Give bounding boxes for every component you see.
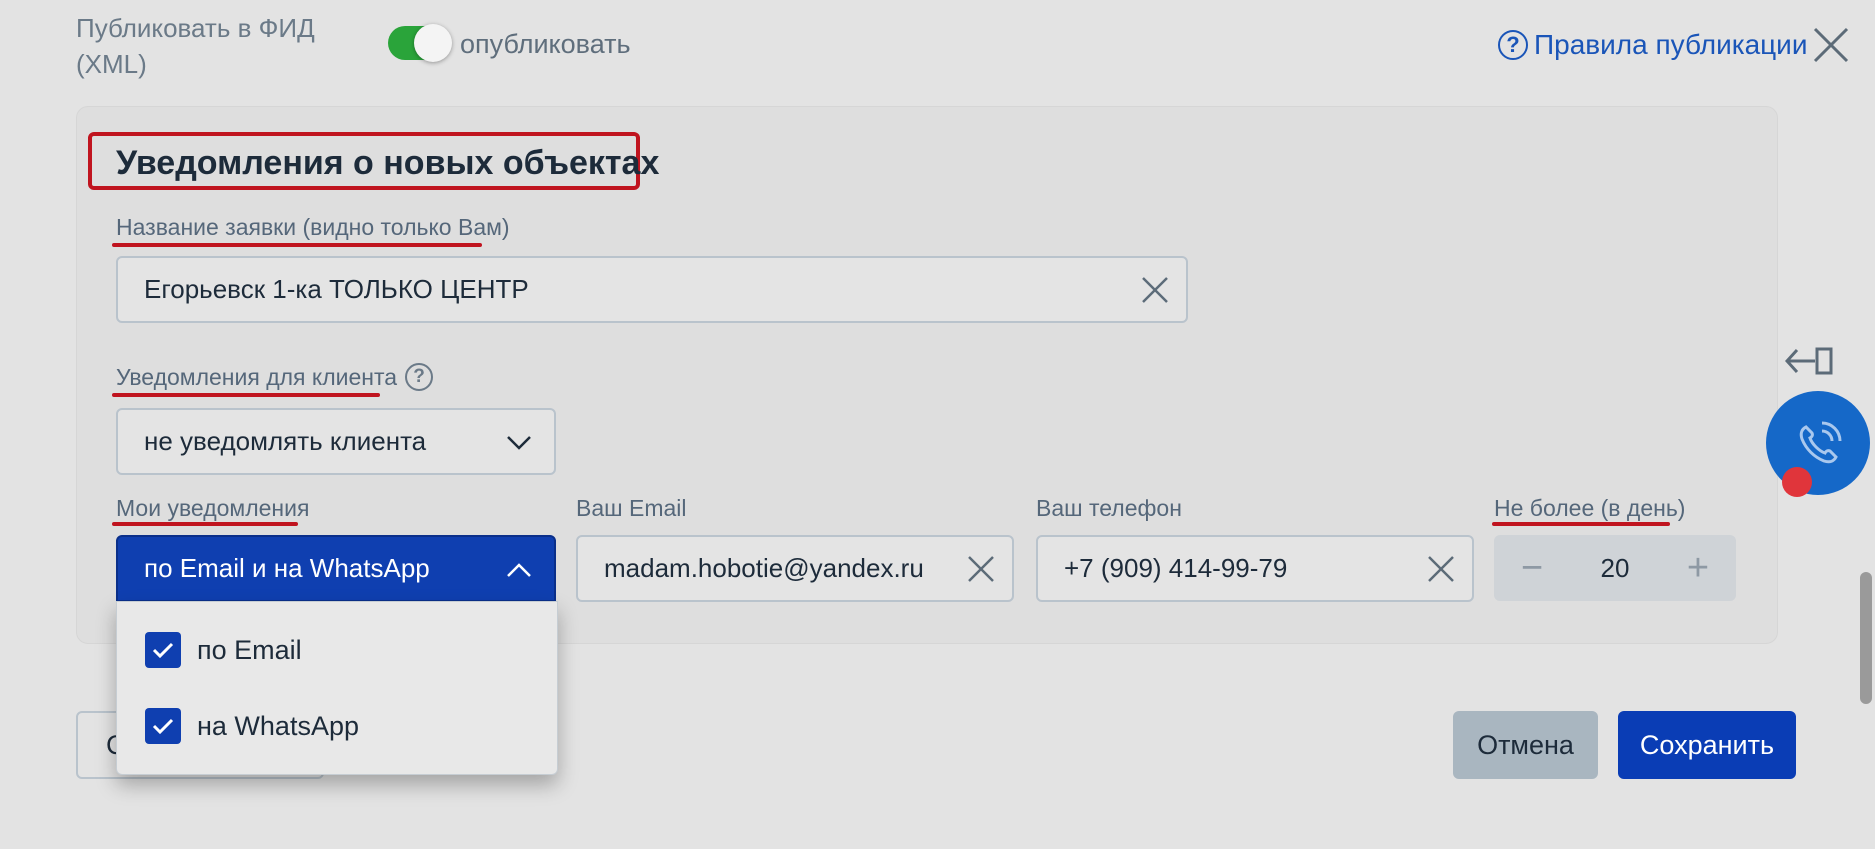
my-notify-label: Мои уведомления — [116, 495, 310, 521]
option-email[interactable]: по Email — [145, 632, 302, 668]
publication-rules-label: Правила публикации — [1534, 29, 1808, 60]
client-notify-label: Уведомления для клиента — [116, 364, 398, 390]
phone-value: +7 (909) 414-99-79 — [1064, 553, 1288, 583]
label-underline — [112, 243, 482, 247]
request-name-value: Егорьевск 1-ка ТОЛЬКО ЦЕНТР — [144, 274, 529, 304]
publish-toggle-label: опубликовать — [460, 29, 631, 59]
phone-label: Ваш телефон — [1036, 495, 1182, 521]
chevron-down-icon — [507, 436, 531, 450]
my-notify-value: по Email и на WhatsApp — [144, 553, 430, 583]
checkbox-checked-icon[interactable] — [145, 708, 181, 744]
label-underline — [112, 393, 380, 397]
clear-icon[interactable] — [966, 554, 996, 584]
publish-toggle[interactable] — [388, 24, 452, 62]
daily-limit-value[interactable]: 20 — [1601, 553, 1630, 584]
option-whatsapp-label: на WhatsApp — [197, 710, 359, 741]
help-icon: ? — [1498, 30, 1528, 60]
daily-limit-stepper: − 20 + — [1494, 535, 1736, 601]
request-name-label: Название заявки (видно только Вам) — [116, 214, 510, 240]
email-value: madam.hobotie@yandex.ru — [604, 553, 924, 583]
label-underline — [112, 522, 298, 526]
clear-icon[interactable] — [1426, 554, 1456, 584]
publication-rules-link[interactable]: ? Правила публикации — [1498, 26, 1807, 64]
scrollbar-thumb[interactable] — [1860, 572, 1872, 704]
email-label: Ваш Email — [576, 495, 687, 521]
option-email-label: по Email — [197, 634, 302, 665]
collapse-panel-icon[interactable] — [1785, 344, 1835, 378]
phone-input[interactable]: +7 (909) 414-99-79 — [1036, 535, 1474, 602]
option-whatsapp[interactable]: на WhatsApp — [145, 708, 359, 744]
label-underline — [1492, 522, 1670, 526]
section-title: Уведомления о новых объектах — [116, 144, 660, 182]
phone-call-icon — [1799, 421, 1842, 464]
clear-icon[interactable] — [1140, 275, 1170, 305]
save-button[interactable]: Сохранить — [1618, 711, 1796, 779]
request-name-input[interactable]: Егорьевск 1-ка ТОЛЬКО ЦЕНТР — [116, 256, 1188, 323]
decrement-button[interactable]: − — [1514, 549, 1550, 587]
checkbox-checked-icon[interactable] — [145, 632, 181, 668]
my-notify-dropdown: по Email на WhatsApp — [116, 601, 558, 775]
close-icon[interactable] — [1810, 24, 1852, 66]
cancel-button[interactable]: Отмена — [1453, 711, 1598, 779]
increment-button[interactable]: + — [1680, 549, 1716, 587]
daily-limit-label: Не более (в день) — [1494, 495, 1686, 521]
client-notify-select[interactable]: не уведомлять клиента — [116, 408, 556, 475]
my-notify-select[interactable]: по Email и на WhatsApp — [116, 535, 556, 602]
client-notify-label-row: Уведомления для клиента ? — [116, 362, 434, 392]
chevron-up-icon — [507, 563, 531, 577]
help-icon[interactable]: ? — [405, 363, 434, 391]
client-notify-value: не уведомлять клиента — [144, 426, 427, 456]
email-input[interactable]: madam.hobotie@yandex.ru — [576, 535, 1014, 602]
toggle-knob — [414, 24, 452, 62]
feed-publish-label: Публиковать в ФИД (XML) — [76, 13, 315, 79]
notification-dot — [1782, 467, 1812, 497]
